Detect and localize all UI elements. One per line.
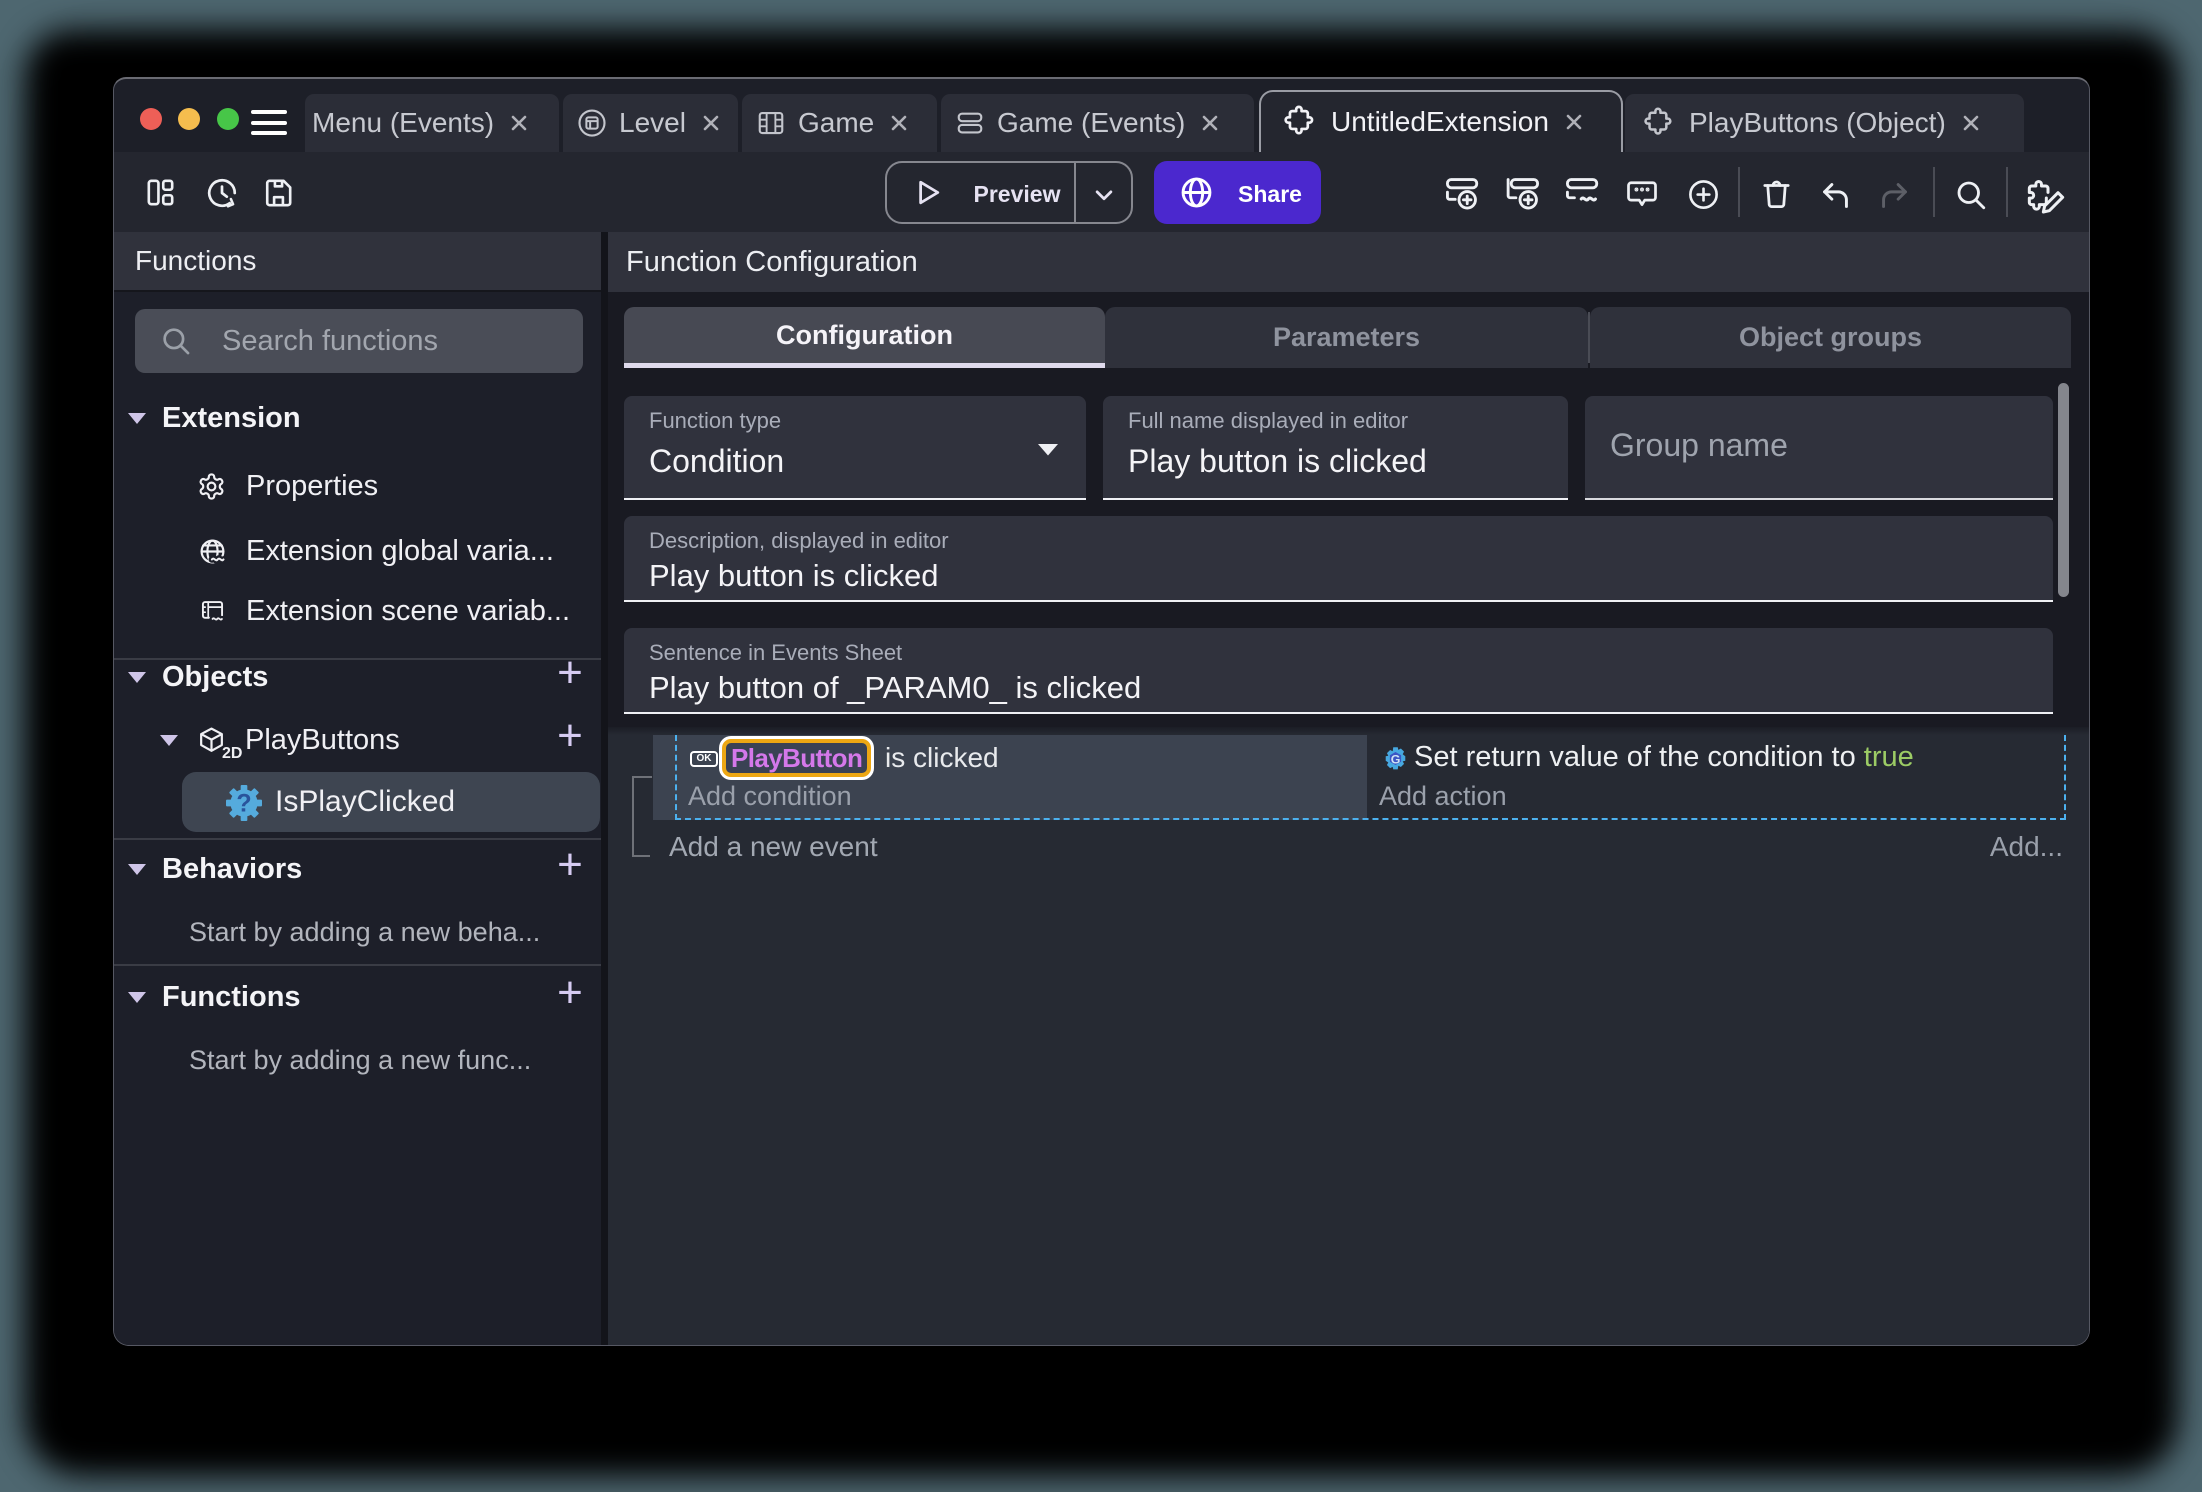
svg-text:?: ?: [236, 790, 251, 818]
svg-text:G: G: [1391, 752, 1401, 766]
